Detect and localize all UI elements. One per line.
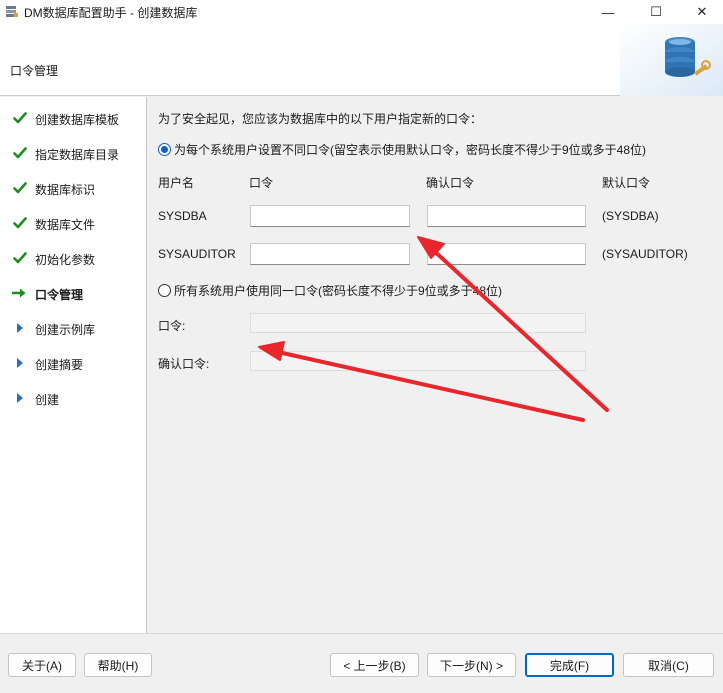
step-label: 口令管理	[35, 288, 84, 302]
footer-button-bar: 关于(A) 帮助(H) < 上一步(B) 下一步(N) > 完成(F) 取消(C…	[0, 633, 723, 693]
sysdba-confirm-input[interactable]	[427, 205, 586, 227]
step-item: 数据库文件	[0, 212, 147, 234]
intro-text: 为了安全起见，您应该为数据库中的以下用户指定新的口令：	[158, 112, 483, 126]
step-label: 创建示例库	[35, 323, 96, 337]
page-title: 口令管理	[10, 64, 59, 78]
user-name-sysauditor: SYSAUDITOR	[158, 247, 236, 261]
close-button[interactable]: ✕	[679, 0, 723, 24]
triangle-right-icon	[12, 390, 28, 406]
steps-sidebar: 创建数据库模板 指定数据库目录 数据库标识 数据库文件 初始化参数 口令管理 创…	[0, 97, 147, 633]
step-label: 创建	[35, 393, 60, 407]
step-label: 数据库标识	[35, 183, 96, 197]
radio-different-passwords[interactable]: 为每个系统用户设置不同口令(留空表示使用默认口令，密码长度不得少于9位或多于48…	[158, 141, 646, 158]
step-item-current: 口令管理	[0, 282, 147, 304]
radio-checked-icon	[158, 143, 171, 156]
minimize-icon: —	[601, 4, 615, 20]
sysdba-password-input[interactable]	[250, 205, 410, 227]
maximize-button[interactable]: ☐	[633, 0, 679, 24]
radio-unchecked-icon	[158, 284, 171, 297]
step-item: 创建示例库	[0, 317, 147, 339]
title-bar: DM数据库配置助手 - 创建数据库 — ☐ ✕	[0, 0, 723, 24]
checkmark-icon	[12, 145, 28, 161]
shared-confirm-label: 确认口令:	[158, 357, 210, 371]
step-item: 创建数据库模板	[0, 107, 147, 129]
sysdba-default-password: (SYSDBA)	[602, 209, 659, 223]
column-header-default: 默认口令	[602, 176, 651, 190]
sysauditor-password-input[interactable]	[250, 243, 410, 265]
shared-password-input[interactable]	[250, 313, 586, 333]
page-header: 口令管理	[0, 24, 723, 96]
step-label: 初始化参数	[35, 253, 96, 267]
step-label: 创建摘要	[35, 358, 84, 372]
step-item: 初始化参数	[0, 247, 147, 269]
radio-label: 所有系统用户使用同一口令(密码长度不得少于9位或多于48位)	[174, 284, 503, 298]
right-arrow-icon	[12, 285, 28, 301]
column-header-password: 口令	[249, 176, 274, 190]
help-button[interactable]: 帮助(H)	[84, 653, 152, 677]
step-item: 创建摘要	[0, 352, 147, 374]
checkmark-icon	[12, 180, 28, 196]
password-management-panel: 为了安全起见，您应该为数据库中的以下用户指定新的口令： 为每个系统用户设置不同口…	[148, 97, 723, 633]
user-name-sysdba: SYSDBA	[158, 209, 207, 223]
checkmark-icon	[12, 250, 28, 266]
maximize-icon: ☐	[650, 4, 662, 19]
prev-button[interactable]: < 上一步(B)	[330, 653, 419, 677]
checkmark-icon	[12, 110, 28, 126]
step-label: 指定数据库目录	[35, 148, 120, 162]
close-icon: ✕	[696, 4, 708, 19]
step-label: 数据库文件	[35, 218, 96, 232]
step-item: 数据库标识	[0, 177, 147, 199]
triangle-right-icon	[12, 320, 28, 336]
shared-confirm-input[interactable]	[250, 351, 586, 371]
radio-same-password[interactable]: 所有系统用户使用同一口令(密码长度不得少于9位或多于48位)	[158, 282, 502, 299]
app-icon	[6, 6, 18, 17]
sysauditor-confirm-input[interactable]	[427, 243, 586, 265]
radio-label: 为每个系统用户设置不同口令(留空表示使用默认口令，密码长度不得少于9位或多于48…	[174, 143, 647, 157]
step-item: 指定数据库目录	[0, 142, 147, 164]
database-config-icon	[620, 24, 723, 96]
shared-password-label: 口令:	[158, 319, 186, 333]
step-label: 创建数据库模板	[35, 113, 120, 127]
column-header-confirm: 确认口令	[426, 176, 475, 190]
step-item: 创建	[0, 387, 147, 409]
window-title: DM数据库配置助手 - 创建数据库	[24, 6, 198, 20]
minimize-button[interactable]: —	[585, 0, 631, 24]
cancel-button[interactable]: 取消(C)	[623, 653, 714, 677]
column-header-user: 用户名	[158, 176, 195, 190]
checkmark-icon	[12, 215, 28, 231]
finish-button[interactable]: 完成(F)	[525, 653, 614, 677]
sysauditor-default-password: (SYSAUDITOR)	[602, 247, 688, 261]
next-button[interactable]: 下一步(N) >	[427, 653, 516, 677]
triangle-right-icon	[12, 355, 28, 371]
about-button[interactable]: 关于(A)	[8, 653, 76, 677]
